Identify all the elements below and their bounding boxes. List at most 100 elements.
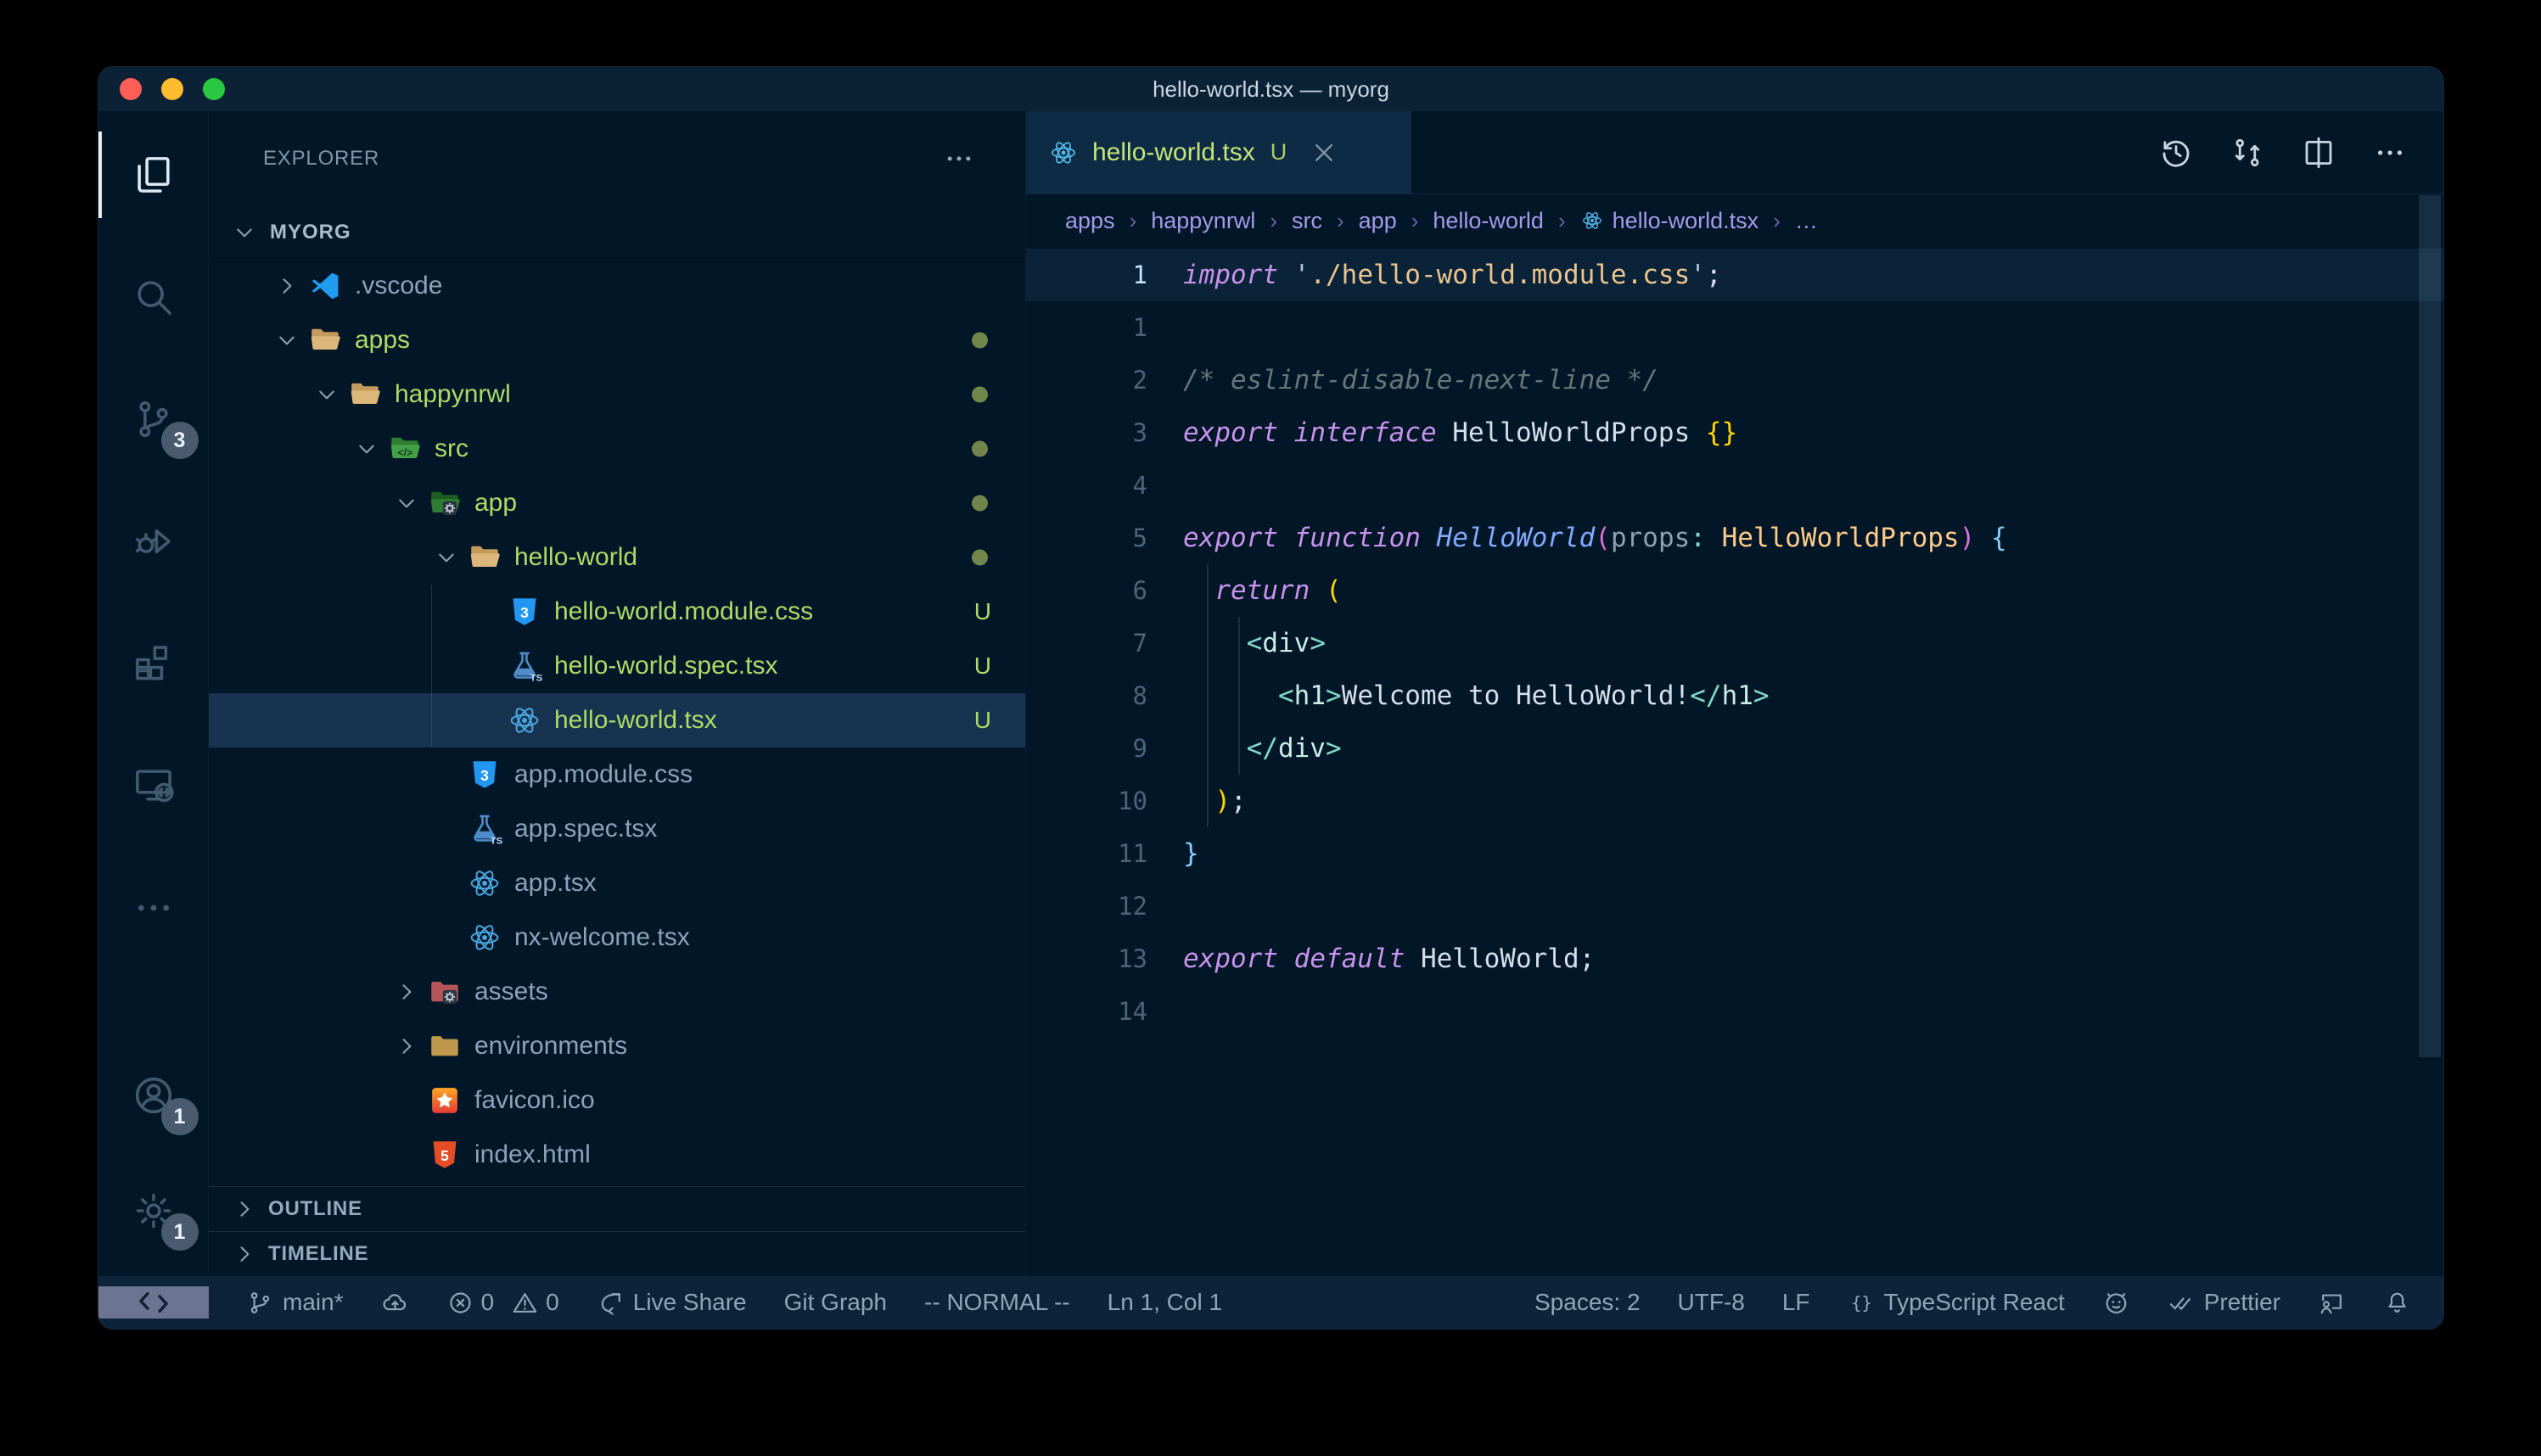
- tree-item-app-spec-tsx[interactable]: TSapp.spec.tsx: [209, 802, 1025, 856]
- tree-item-app-tsx[interactable]: app.tsx: [209, 856, 1025, 910]
- activity-bar-item-extensions[interactable]: [98, 613, 209, 714]
- editor-scrollbar[interactable]: [2419, 195, 2441, 1057]
- chevron-down-icon[interactable]: [348, 434, 385, 464]
- activity-bar-item-settings[interactable]: 1: [98, 1161, 209, 1261]
- status-octoface[interactable]: [2102, 1289, 2130, 1317]
- test-icon: TS: [467, 811, 502, 847]
- chevron-down-icon[interactable]: [308, 379, 345, 410]
- breadcrumb-item-apps[interactable]: apps: [1065, 208, 1115, 234]
- tree-item-hello-world[interactable]: hello-world: [209, 530, 1025, 585]
- minimize-window-button[interactable]: [161, 78, 183, 100]
- chevron-right-icon: [226, 1239, 263, 1269]
- tree-item-apps[interactable]: apps: [209, 313, 1025, 367]
- activity-bar-item-source-control[interactable]: 3: [98, 369, 209, 469]
- split-editor-button[interactable]: [2301, 135, 2336, 171]
- code-text: import './hello-world.module.css';: [1183, 249, 1722, 301]
- remote-indicator[interactable]: [98, 1286, 209, 1319]
- workspace-section-header[interactable]: MYORG: [209, 206, 1025, 259]
- chevron-down-icon[interactable]: [428, 542, 465, 573]
- tree-item-app-module-css[interactable]: 3app.module.css: [209, 748, 1025, 802]
- status-git-graph[interactable]: Git Graph: [784, 1289, 887, 1316]
- tab-bar: hello-world.tsx U: [1026, 111, 2443, 194]
- file-tree: .vscodeappshappynrwl</>srcapphello-world…: [209, 259, 1025, 1186]
- activity-bar-item-remote-explorer[interactable]: [98, 736, 209, 836]
- activity-bar-item-accounts[interactable]: 1: [98, 1045, 209, 1145]
- tree-item-label: apps: [355, 326, 410, 355]
- breadcrumb-item-[interactable]: …: [1795, 208, 1818, 234]
- tree-item-app[interactable]: app: [209, 476, 1025, 530]
- branch-icon: [246, 1289, 274, 1317]
- code-text: </div>: [1183, 722, 1342, 775]
- close-window-button[interactable]: [120, 78, 142, 100]
- compare-changes-button[interactable]: [2230, 135, 2265, 171]
- status-notifications[interactable]: [2383, 1289, 2411, 1317]
- status-problems[interactable]: 00: [446, 1289, 559, 1317]
- double-check-icon: [2168, 1289, 2196, 1317]
- activity-bar-item-run-debug[interactable]: [98, 491, 209, 591]
- tree-item-happynrwl[interactable]: happynrwl: [209, 367, 1025, 422]
- code-text: export function HelloWorld(props: HelloW…: [1183, 512, 2007, 564]
- tree-item-src[interactable]: </>src: [209, 422, 1025, 476]
- close-tab-button[interactable]: [1309, 137, 1339, 168]
- tree-item-environments[interactable]: environments: [209, 1019, 1025, 1073]
- tree-item-label: .vscode: [355, 272, 442, 300]
- more-actions-button[interactable]: [2372, 135, 2408, 171]
- activity-bar-item-explorer[interactable]: [98, 125, 209, 225]
- tree-item-hello-world-tsx[interactable]: hello-world.tsxU: [209, 693, 1025, 748]
- tree-item-favicon-ico[interactable]: favicon.ico: [209, 1073, 1025, 1128]
- tree-item-index-html[interactable]: 5index.html: [209, 1128, 1025, 1182]
- chevron-down-icon[interactable]: [388, 488, 425, 518]
- status-vim-mode[interactable]: -- NORMAL --: [924, 1289, 1070, 1316]
- open-timeline-button[interactable]: [2158, 135, 2194, 171]
- tree-item-assets[interactable]: assets: [209, 965, 1025, 1019]
- status-indentation[interactable]: Spaces: 2: [1534, 1289, 1641, 1316]
- react-icon: [467, 865, 502, 901]
- panel-timeline[interactable]: TIMELINE: [209, 1231, 1025, 1276]
- zoom-window-button[interactable]: [203, 78, 225, 100]
- breadcrumb-item-app[interactable]: app: [1359, 208, 1397, 234]
- status-label: Ln 1, Col 1: [1108, 1289, 1222, 1316]
- status-language-mode[interactable]: {}TypeScript React: [1848, 1289, 2065, 1317]
- status-feedback[interactable]: [2318, 1289, 2346, 1317]
- source-control-badge: 3: [161, 422, 199, 459]
- workbench: 3 1 1 EXPLORER MYORG .vscode apps happynrwl…: [98, 111, 2443, 1276]
- tab-hello-world-tsx[interactable]: hello-world.tsx U: [1026, 111, 1412, 193]
- status-sync[interactable]: [381, 1289, 409, 1317]
- more-icon: [131, 885, 177, 931]
- code-editor[interactable]: 1import './hello-world.module.css';12/* …: [1026, 247, 2443, 1276]
- status-encoding[interactable]: UTF-8: [1678, 1289, 1745, 1316]
- status-live-share[interactable]: Live Share: [597, 1289, 747, 1317]
- breadcrumb-item-happynrwl[interactable]: happynrwl: [1151, 208, 1255, 234]
- status-git-branch[interactable]: main*: [246, 1289, 344, 1317]
- activity-bar-item-search[interactable]: [98, 247, 209, 347]
- chevron-right-icon[interactable]: [388, 1031, 425, 1061]
- folder-src-icon: </>: [387, 431, 423, 467]
- status-label: Spaces: 2: [1534, 1289, 1641, 1316]
- breadcrumb-item-hello-world-tsx[interactable]: hello-world.tsx: [1580, 208, 1759, 234]
- chevron-right-icon[interactable]: [268, 271, 306, 301]
- activity-bar-item-more[interactable]: [98, 858, 209, 958]
- status-cursor-position[interactable]: Ln 1, Col 1: [1108, 1289, 1222, 1316]
- line-number: 14: [1026, 985, 1183, 1038]
- breadcrumb-item-src[interactable]: src: [1292, 208, 1322, 234]
- svg-text:{}: {}: [1851, 1292, 1872, 1313]
- status-eol[interactable]: LF: [1782, 1289, 1810, 1316]
- status-prettier[interactable]: Prettier: [2168, 1289, 2280, 1317]
- chevron-down-icon: [232, 220, 257, 245]
- panel-outline[interactable]: OUTLINE: [209, 1186, 1025, 1231]
- chevron-down-icon[interactable]: [268, 325, 306, 356]
- tree-item-nx-welcome-tsx[interactable]: nx-welcome.tsx: [209, 910, 1025, 965]
- status-label: UTF-8: [1678, 1289, 1745, 1316]
- line-number: 4: [1026, 459, 1183, 512]
- breadcrumb-item-hello-world[interactable]: hello-world: [1433, 208, 1544, 234]
- git-modified-dot: [972, 496, 988, 512]
- tree-item-vscode[interactable]: .vscode: [209, 259, 1025, 313]
- breadcrumb-separator: ›: [1337, 208, 1344, 234]
- breadcrumb-label: apps: [1065, 208, 1115, 234]
- tree-item-hello-world-spec-tsx[interactable]: TShello-world.spec.tsxU: [209, 639, 1025, 693]
- sidebar-title: EXPLORER: [263, 147, 379, 171]
- explorer-more-actions-button[interactable]: [942, 142, 976, 176]
- chevron-spacer: [468, 651, 505, 681]
- chevron-right-icon[interactable]: [388, 977, 425, 1007]
- tree-item-hello-world-module-css[interactable]: 3hello-world.module.cssU: [209, 585, 1025, 639]
